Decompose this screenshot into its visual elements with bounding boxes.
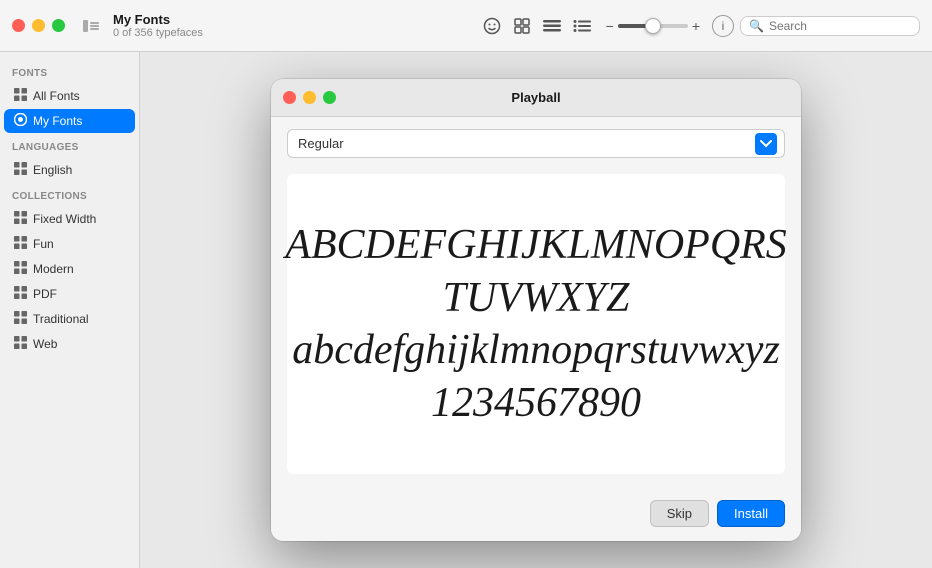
slider-max-label: + (692, 18, 700, 34)
variant-select[interactable]: Regular Bold Italic Bold Italic (287, 129, 785, 158)
pdf-icon (14, 286, 27, 302)
fun-label: Fun (33, 237, 54, 251)
web-label: Web (33, 337, 57, 351)
variant-select-container[interactable]: Regular Bold Italic Bold Italic (287, 129, 785, 158)
skip-button[interactable]: Skip (650, 500, 709, 527)
app-title: My Fonts (113, 12, 480, 27)
modal-footer: Skip Install (271, 490, 801, 541)
fixed-width-label: Fixed Width (33, 212, 96, 226)
modal-maximize-button[interactable] (323, 91, 336, 104)
sidebar-section-collections: Collections (0, 183, 139, 206)
info-icon[interactable]: i (712, 15, 734, 37)
search-icon: 🔍 (749, 19, 764, 33)
modal-close-button[interactable] (283, 91, 296, 104)
list-view-icon[interactable] (540, 14, 564, 38)
pdf-label: PDF (33, 287, 57, 301)
content-area: Playball Regular Bold Italic Bold Italic (140, 52, 932, 568)
modal-overlay: Playball Regular Bold Italic Bold Italic (140, 52, 932, 568)
app-subtitle: 0 of 356 typefaces (113, 27, 480, 39)
sidebar-item-modern[interactable]: Modern (4, 257, 135, 281)
search-input[interactable] (769, 19, 911, 33)
close-button[interactable] (12, 19, 25, 32)
sidebar-item-my-fonts[interactable]: My Fonts (4, 109, 135, 133)
font-size-slider-group: − + (606, 18, 700, 34)
main-content: Fonts All Fonts My Fonts Lan (0, 52, 932, 568)
modal-window-controls (283, 91, 336, 104)
sidebar: Fonts All Fonts My Fonts Lan (0, 52, 140, 568)
preview-line-1: ABCDEFGHIJKLMNOPQRS (285, 219, 787, 272)
preview-line-4: 1234567890 (285, 377, 787, 430)
preview-line-2: TUVWXYZ (285, 272, 787, 325)
web-icon (14, 336, 27, 352)
sidebar-section-fonts: Fonts (0, 60, 139, 83)
sidebar-item-fun[interactable]: Fun (4, 232, 135, 256)
font-install-modal: Playball Regular Bold Italic Bold Italic (271, 79, 801, 541)
modal-title: Playball (511, 90, 560, 105)
fixed-width-icon (14, 211, 27, 227)
my-fonts-icon (14, 113, 27, 129)
traditional-icon (14, 311, 27, 327)
maximize-button[interactable] (52, 19, 65, 32)
title-bar: My Fonts 0 of 356 typefaces (0, 0, 932, 52)
sidebar-item-traditional[interactable]: Traditional (4, 307, 135, 331)
font-preview-area: ABCDEFGHIJKLMNOPQRS TUVWXYZ abcdefghijkl… (287, 174, 785, 474)
grid-view-icon[interactable] (510, 14, 534, 38)
sidebar-item-fixed-width[interactable]: Fixed Width (4, 207, 135, 231)
traditional-label: Traditional (33, 312, 89, 326)
sidebar-toggle-button[interactable] (77, 15, 105, 37)
modal-body: Regular Bold Italic Bold Italic (271, 117, 801, 490)
modern-icon (14, 261, 27, 277)
english-label: English (33, 163, 72, 177)
all-fonts-icon (14, 88, 27, 104)
window-controls (12, 19, 65, 32)
preview-icon[interactable] (480, 14, 504, 38)
english-icon (14, 162, 27, 178)
sidebar-item-english[interactable]: English (4, 158, 135, 182)
preview-line-3: abcdefghijklmnopqrstuvwxyz (285, 324, 787, 377)
font-preview-text: ABCDEFGHIJKLMNOPQRS TUVWXYZ abcdefghijkl… (285, 219, 787, 429)
bullet-view-icon[interactable] (570, 14, 594, 38)
fun-icon (14, 236, 27, 252)
modal-title-bar: Playball (271, 79, 801, 117)
sidebar-item-web[interactable]: Web (4, 332, 135, 356)
font-size-slider[interactable] (618, 24, 688, 28)
my-fonts-label: My Fonts (33, 114, 82, 128)
all-fonts-label: All Fonts (33, 89, 80, 103)
title-section: My Fonts 0 of 356 typefaces (113, 12, 480, 39)
modal-minimize-button[interactable] (303, 91, 316, 104)
install-button[interactable]: Install (717, 500, 785, 527)
modern-label: Modern (33, 262, 74, 276)
slider-min-label: − (606, 18, 614, 34)
minimize-button[interactable] (32, 19, 45, 32)
sidebar-section-languages: Languages (0, 134, 139, 157)
sidebar-item-all-fonts[interactable]: All Fonts (4, 84, 135, 108)
toolbar-icons: − + i 🔍 (480, 14, 920, 38)
search-bar[interactable]: 🔍 (740, 16, 920, 36)
sidebar-item-pdf[interactable]: PDF (4, 282, 135, 306)
